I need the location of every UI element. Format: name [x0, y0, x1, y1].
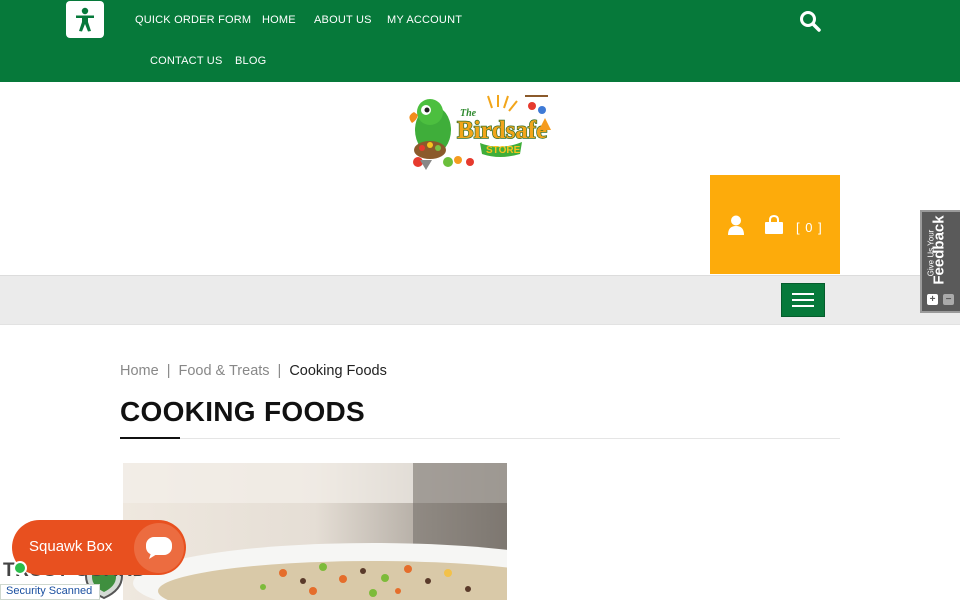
nav-link-blog[interactable]: BLOG: [235, 55, 266, 67]
chat-launcher[interactable]: [134, 523, 184, 573]
cart-count[interactable]: [ 0 ]: [796, 220, 823, 235]
feedback-plus-icon[interactable]: +: [927, 294, 938, 305]
nav-link-contact-us[interactable]: CONTACT US: [150, 55, 223, 67]
page-title: COOKING FOODS: [120, 396, 366, 427]
online-status-dot: [13, 561, 27, 575]
breadcrumb-separator: |: [166, 363, 171, 379]
title-accent-bar: [120, 437, 180, 439]
trust-guard-subtext: Security Scanned: [6, 585, 93, 597]
search-icon: [800, 11, 821, 32]
nav-link-home[interactable]: HOME: [262, 14, 296, 26]
nav-link-quick-order-form[interactable]: QUICK ORDER FORM: [135, 14, 251, 26]
feedback-label: Feedback: [930, 215, 948, 285]
nav-link-about-us[interactable]: ABOUT US: [314, 14, 372, 26]
nav-link-my-account[interactable]: MY ACCOUNT: [387, 14, 462, 26]
search-button[interactable]: [798, 9, 822, 33]
shopping-bag-icon: [765, 214, 783, 234]
store-logo[interactable]: The Birdsafe STORE: [400, 90, 560, 172]
cart-button[interactable]: [764, 214, 784, 235]
user-account-button[interactable]: [727, 215, 745, 235]
breadcrumb-home[interactable]: Home: [120, 363, 159, 379]
logo-text-store: STORE: [486, 145, 521, 156]
accessibility-icon: [76, 7, 94, 31]
breadcrumb-current: Cooking Foods: [289, 363, 387, 379]
logo-text-birdsafe: Birdsafe: [457, 117, 547, 144]
hamburger-icon-line: [792, 299, 814, 301]
menu-toggle-button[interactable]: [781, 283, 825, 317]
hamburger-icon-line: [792, 293, 814, 295]
hamburger-icon-line: [792, 305, 814, 307]
squawk-box-label[interactable]: Squawk Box: [29, 538, 112, 555]
feedback-minus-icon[interactable]: −: [943, 294, 954, 305]
breadcrumb-separator: |: [277, 363, 282, 379]
user-icon: [728, 215, 744, 235]
chat-bubble-icon: [146, 537, 172, 559]
accessibility-button[interactable]: [66, 1, 104, 38]
breadcrumb-food-treats[interactable]: Food & Treats: [178, 363, 269, 379]
title-divider: [120, 438, 840, 439]
breadcrumb: Home | Food & Treats | Cooking Foods: [120, 363, 387, 379]
